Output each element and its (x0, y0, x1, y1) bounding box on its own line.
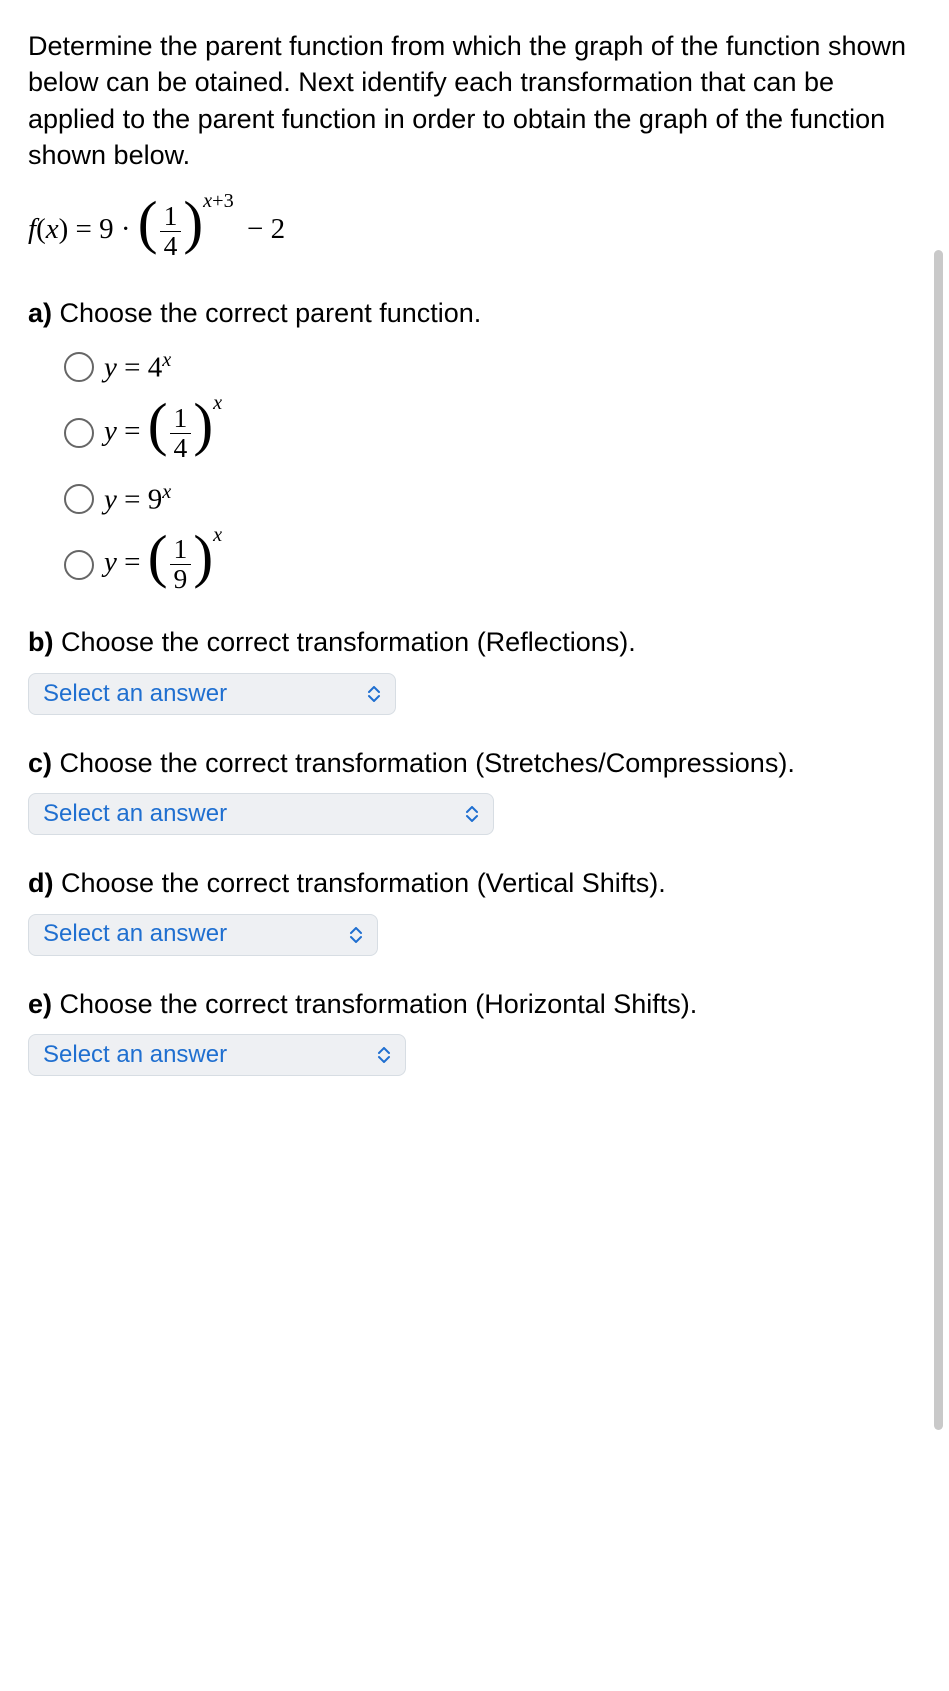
option-1-math: y = 4x (104, 347, 171, 388)
part-e: e) Choose the correct transformation (Ho… (28, 986, 921, 1076)
radio-icon[interactable] (64, 418, 94, 448)
question-intro: Determine the parent function from which… (28, 28, 921, 174)
radio-icon[interactable] (64, 352, 94, 382)
main-formula: f(x) = 9 · (14)x+3 − 2 (28, 202, 921, 261)
superscript: x (213, 392, 222, 414)
option-1[interactable]: y = 4x (64, 347, 921, 388)
part-c-select[interactable]: Select an answer (28, 793, 494, 835)
chevron-up-down-icon (367, 686, 381, 702)
radio-icon[interactable] (64, 484, 94, 514)
option-4[interactable]: y = (19)x (64, 535, 921, 594)
part-c: c) Choose the correct transformation (St… (28, 745, 921, 835)
select-placeholder: Select an answer (43, 678, 227, 710)
option-2[interactable]: y = (14)x (64, 404, 921, 463)
select-placeholder: Select an answer (43, 918, 227, 950)
part-a-label: a) Choose the correct parent function. (28, 295, 921, 331)
part-d: d) Choose the correct transformation (Ve… (28, 865, 921, 955)
part-d-select[interactable]: Select an answer (28, 914, 378, 956)
part-a-options: y = 4x y = (14)x y = 9x y = (19)x (28, 347, 921, 594)
select-placeholder: Select an answer (43, 798, 227, 830)
option-3[interactable]: y = 9x (64, 479, 921, 520)
option-3-math: y = 9x (104, 479, 171, 520)
select-placeholder: Select an answer (43, 1039, 227, 1071)
part-d-label: d) Choose the correct transformation (Ve… (28, 865, 921, 901)
superscript: x (213, 524, 222, 546)
superscript: x (162, 349, 171, 371)
part-e-label: e) Choose the correct transformation (Ho… (28, 986, 921, 1022)
part-b-select[interactable]: Select an answer (28, 673, 396, 715)
part-c-label: c) Choose the correct transformation (St… (28, 745, 921, 781)
option-4-math: y = (19)x (104, 535, 222, 594)
part-b: b) Choose the correct transformation (Re… (28, 624, 921, 714)
radio-icon[interactable] (64, 550, 94, 580)
chevron-up-down-icon (465, 806, 479, 822)
scrollbar[interactable] (934, 250, 943, 1430)
option-2-math: y = (14)x (104, 404, 222, 463)
superscript: x (162, 481, 171, 503)
part-e-select[interactable]: Select an answer (28, 1034, 406, 1076)
chevron-up-down-icon (349, 927, 363, 943)
part-a: a) Choose the correct parent function. y… (28, 295, 921, 595)
part-b-label: b) Choose the correct transformation (Re… (28, 624, 921, 660)
chevron-up-down-icon (377, 1047, 391, 1063)
